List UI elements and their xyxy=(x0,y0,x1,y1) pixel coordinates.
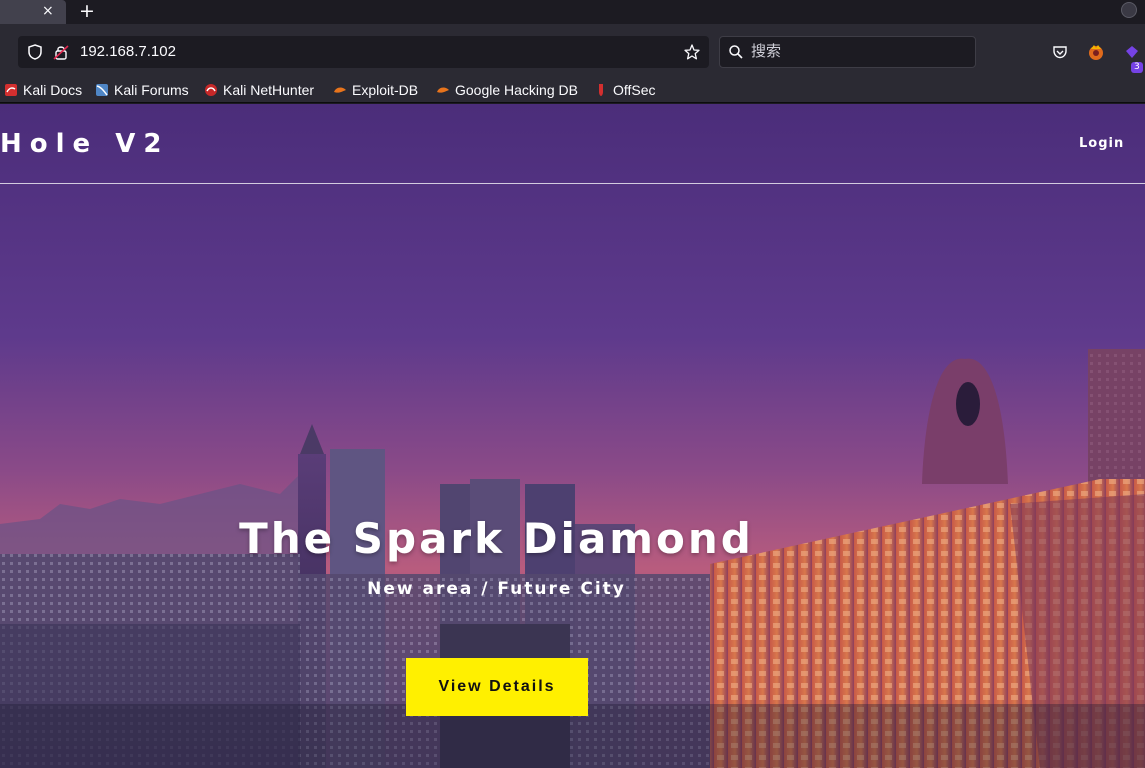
tab-strip: × + xyxy=(0,0,1145,24)
tracking-shield-icon[interactable] xyxy=(26,43,44,61)
site-logo[interactable]: Hole V2 xyxy=(0,128,169,160)
bookmark-star-icon[interactable] xyxy=(683,43,701,61)
bookmark-label: OffSec xyxy=(613,82,656,98)
search-bar[interactable]: 搜索 xyxy=(719,36,976,68)
bookmark-google-hacking-db[interactable]: Google Hacking DB xyxy=(436,80,578,100)
insecure-lock-icon[interactable] xyxy=(52,43,70,61)
search-icon xyxy=(729,45,743,59)
extension-badge: 3 xyxy=(1131,62,1143,73)
account-icon[interactable] xyxy=(1121,2,1137,18)
site-header: Hole V2 Login xyxy=(0,104,1145,184)
offsec-icon xyxy=(599,84,603,96)
ghdb-icon xyxy=(437,87,449,93)
nav-toolbar: 192.168.7.102 搜索 3 xyxy=(0,24,1145,78)
search-placeholder: 搜索 xyxy=(751,43,782,60)
bookmark-label: Kali Docs xyxy=(23,82,83,98)
hero-subtitle: New area / Future City xyxy=(367,579,626,599)
kali-forums-icon xyxy=(96,84,108,96)
pocket-icon[interactable] xyxy=(1051,43,1069,61)
bookmark-kali-docs[interactable]: Kali Docs xyxy=(4,80,82,100)
bookmark-label: Google Hacking DB xyxy=(455,82,578,98)
login-link[interactable]: Login xyxy=(1079,136,1124,152)
bookmark-kali-forums[interactable]: Kali Forums xyxy=(95,80,189,100)
bookmark-label: Kali NetHunter xyxy=(223,82,315,98)
bookmarks-toolbar: Kali Docs Kali Forums Kali NetHunter Exp… xyxy=(0,78,1145,103)
bookmark-label: Exploit-DB xyxy=(352,82,419,98)
kali-docs-icon xyxy=(5,84,17,96)
hero-title: The Spark Diamond xyxy=(239,514,754,563)
view-details-button[interactable]: View Details xyxy=(406,658,588,716)
kali-nethunter-icon xyxy=(205,84,217,96)
bookmark-kali-nethunter[interactable]: Kali NetHunter xyxy=(204,80,314,100)
extension-fox-icon[interactable] xyxy=(1087,43,1105,61)
web-page: Hole V2 Login The Spark Diamond New area… xyxy=(0,104,1145,768)
active-tab[interactable]: × xyxy=(0,0,66,24)
url-bar[interactable]: 192.168.7.102 xyxy=(18,36,709,68)
new-tab-button[interactable]: + xyxy=(78,0,96,22)
tab-close-icon[interactable]: × xyxy=(42,2,54,20)
bookmark-exploit-db[interactable]: Exploit-DB xyxy=(333,80,418,100)
exploit-db-icon xyxy=(334,87,346,93)
extensions-puzzle-icon[interactable] xyxy=(1123,43,1141,61)
url-text[interactable]: 192.168.7.102 xyxy=(80,43,176,61)
bookmark-label: Kali Forums xyxy=(114,82,189,98)
bookmark-offsec[interactable]: OffSec xyxy=(594,80,656,100)
